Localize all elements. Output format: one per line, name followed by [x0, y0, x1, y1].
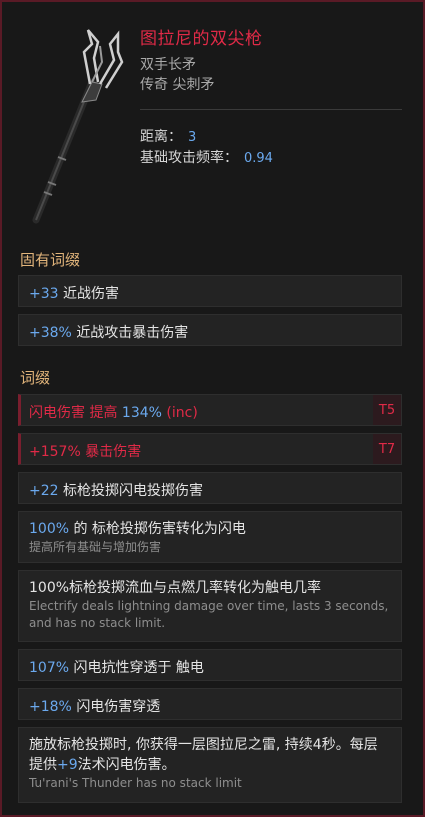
tier-badge: T5 [373, 395, 401, 425]
stat-range: 距离： 3 [140, 126, 196, 146]
affix-text: 闪电抗性穿透于 触电 [73, 660, 204, 676]
affix-value: +157% [29, 444, 81, 460]
affix-row: 施放标枪投掷时, 你获得一层图拉尼之雷, 持续4秒。每层提供+9法术闪电伤害。 … [18, 727, 402, 803]
affix-row: 闪电伤害 提高 134% (inc) T5 [18, 394, 402, 426]
affix-text: 法术闪电伤害。 [77, 757, 176, 773]
stat-value: 0.94 [244, 151, 273, 166]
implicit-row: +33 近战伤害 [18, 275, 402, 307]
affix-text: 100%标枪投掷流血与点燃几率转化为触电几率 [29, 580, 322, 596]
affix-text: 闪电伤害穿透 [76, 699, 161, 715]
affix-row: +22 标枪投掷闪电投掷伤害 [18, 472, 402, 504]
affix-value: +33 [29, 286, 59, 302]
affix-note: 提高所有基础与增加伤害 [29, 540, 162, 554]
stat-value: 3 [188, 130, 197, 145]
affix-value: +22 [29, 483, 59, 499]
affix-text: 近战伤害 [63, 286, 119, 302]
stat-label: 距离： [140, 129, 182, 145]
affix-note: Electrify deals lightning damage over ti… [29, 599, 389, 630]
header-divider [140, 109, 402, 110]
implicit-row: +38% 近战攻击暴击伤害 [18, 314, 402, 346]
item-rarity: 传奇 尖刺矛 [140, 77, 215, 93]
affix-text: 标枪投掷闪电投掷伤害 [63, 483, 203, 499]
stat-attack-speed: 基础攻击频率： 0.94 [140, 147, 273, 167]
affix-text: 暴击伤害 [85, 444, 142, 460]
item-tooltip: 图拉尼的双尖枪 双手长矛 传奇 尖刺矛 距离： 3 基础攻击频率： 0.94 固有词… [0, 0, 425, 817]
item-name: 图拉尼的双尖枪 [140, 29, 263, 49]
affix-row: +157% 暴击伤害 T7 [18, 433, 402, 465]
affix-value: +18% [29, 699, 72, 715]
stat-label: 基础攻击频率： [140, 150, 238, 166]
affix-value: +38% [29, 325, 72, 341]
item-header: 图拉尼的双尖枪 双手长矛 传奇 尖刺矛 距离： 3 基础攻击频率： 0.94 [2, 2, 423, 237]
affix-section-title: 词缀 [20, 369, 51, 387]
affix-row: +18% 闪电伤害穿透 [18, 688, 402, 720]
affix-row: 100%标枪投掷流血与点燃几率转化为触电几率 Electrify deals l… [18, 570, 402, 642]
implicit-section-title: 固有词缀 [20, 251, 81, 269]
double-tipped-spear-icon [18, 22, 128, 227]
tier-badge: T7 [373, 434, 401, 464]
affix-row: 107% 闪电抗性穿透于 触电 [18, 649, 402, 681]
affix-suffix: (inc) [166, 405, 198, 421]
affix-value: +9 [57, 757, 78, 773]
item-type: 双手长矛 [140, 57, 196, 73]
affix-note: Tu'rani's Thunder has no stack limit [29, 776, 242, 790]
affix-value: 100% [29, 521, 70, 537]
affix-row: 100% 的 标枪投掷伤害转化为闪电 提高所有基础与增加伤害 [18, 511, 402, 563]
affix-text: 闪电伤害 提高 [29, 405, 118, 421]
affix-value: 134% [121, 405, 162, 421]
affix-text: 近战攻击暴击伤害 [76, 325, 189, 341]
affix-value: 107% [29, 660, 70, 676]
affix-text: 的 标枪投掷伤害转化为闪电 [73, 521, 246, 537]
